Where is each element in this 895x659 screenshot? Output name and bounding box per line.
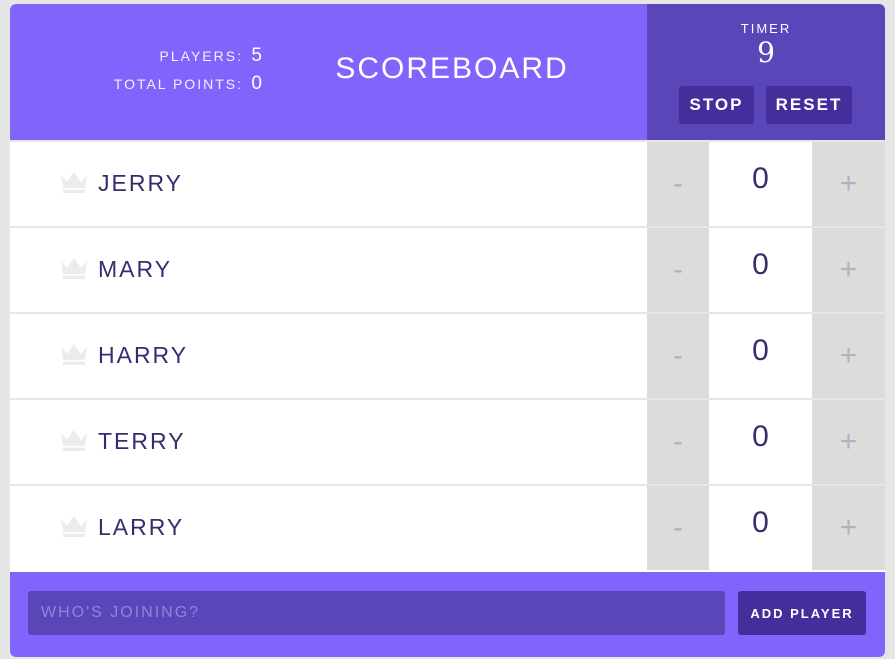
total-points-count: 0 <box>251 73 262 94</box>
scoreboard: Players: 5 Total Points: 0 Scoreboard Ti… <box>10 4 885 657</box>
increment-button[interactable]: + <box>812 142 885 226</box>
add-player-form: Add Player <box>10 572 885 657</box>
players-stat: Players: 5 <box>10 42 262 70</box>
players-label: Players: <box>159 48 243 64</box>
timer-panel: Timer 9 Stop Reset <box>647 4 885 140</box>
add-player-button[interactable]: Add Player <box>738 591 866 635</box>
increment-button[interactable]: + <box>812 314 885 398</box>
score-counter: - 0 + <box>647 314 885 398</box>
players-count: 5 <box>251 45 262 66</box>
player-score: 0 <box>752 420 769 453</box>
player-name: Jerry <box>98 170 183 196</box>
decrement-button[interactable]: - <box>647 400 709 484</box>
timer-label: Timer <box>740 21 792 36</box>
stop-button[interactable]: Stop <box>679 86 754 124</box>
player-name: Harry <box>98 342 189 368</box>
score-counter: - 0 + <box>647 142 885 226</box>
score-counter: - 0 + <box>647 228 885 312</box>
crown-icon <box>59 342 89 366</box>
player-name: Mary <box>98 256 173 282</box>
player-name: Larry <box>98 514 185 540</box>
player-score: 0 <box>752 506 769 539</box>
crown-icon <box>59 256 89 280</box>
player-name-input[interactable] <box>28 591 725 635</box>
crown-icon <box>59 170 89 194</box>
page-title: Scoreboard <box>335 52 569 85</box>
player-row: Harry - 0 + <box>10 312 885 398</box>
total-points-label: Total Points: <box>113 76 243 92</box>
increment-button[interactable]: + <box>812 400 885 484</box>
increment-button[interactable]: + <box>812 228 885 312</box>
player-name: Terry <box>98 428 186 454</box>
increment-button[interactable]: + <box>812 486 885 570</box>
timer-value: 9 <box>757 36 775 69</box>
stats: Players: 5 Total Points: 0 <box>10 42 262 98</box>
header: Players: 5 Total Points: 0 Scoreboard Ti… <box>10 4 885 140</box>
player-row: Mary - 0 + <box>10 226 885 312</box>
player-score: 0 <box>752 162 769 195</box>
reset-button[interactable]: Reset <box>766 86 852 124</box>
player-row: Larry - 0 + <box>10 484 885 570</box>
total-points-stat: Total Points: 0 <box>10 70 262 98</box>
score-counter: - 0 + <box>647 486 885 570</box>
player-row: Terry - 0 + <box>10 398 885 484</box>
player-row: Jerry - 0 + <box>10 140 885 226</box>
crown-icon <box>59 514 89 538</box>
player-score: 0 <box>752 248 769 281</box>
crown-icon <box>59 428 89 452</box>
player-list: Jerry - 0 + Mary - 0 + Harry <box>10 140 885 570</box>
score-counter: - 0 + <box>647 400 885 484</box>
player-score: 0 <box>752 334 769 367</box>
decrement-button[interactable]: - <box>647 486 709 570</box>
decrement-button[interactable]: - <box>647 142 709 226</box>
decrement-button[interactable]: - <box>647 314 709 398</box>
decrement-button[interactable]: - <box>647 228 709 312</box>
